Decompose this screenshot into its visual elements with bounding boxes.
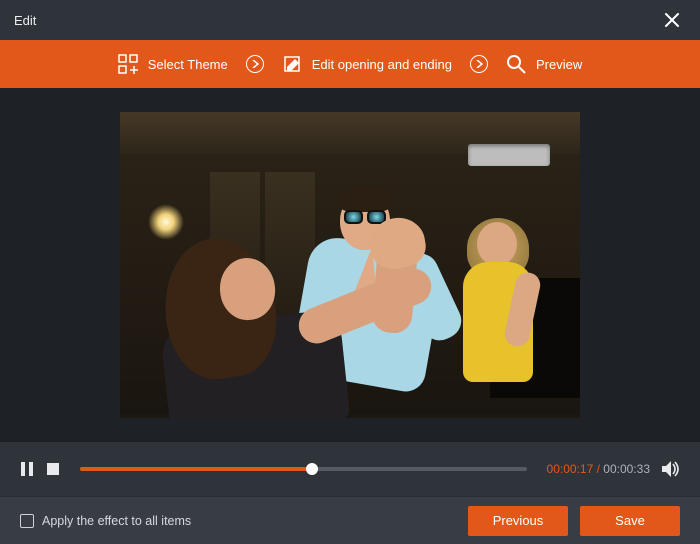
preview-label: Preview (536, 57, 582, 72)
volume-button[interactable] (662, 462, 680, 476)
video-preview[interactable] (120, 112, 580, 418)
save-button[interactable]: Save (580, 506, 680, 536)
footer-buttons: Previous Save (468, 506, 680, 536)
volume-icon (662, 461, 680, 477)
total-time: 00:00:33 (603, 462, 650, 476)
close-icon (665, 13, 679, 27)
edit-toolbar: Select Theme Edit opening and ending Pre… (0, 40, 700, 88)
select-theme-label: Select Theme (148, 57, 228, 72)
stop-button[interactable] (46, 462, 60, 476)
step-arrow-1 (246, 55, 264, 73)
stop-icon (47, 463, 59, 475)
magnifier-icon (506, 54, 526, 74)
preview-button[interactable]: Preview (506, 54, 582, 74)
window-title: Edit (14, 13, 36, 28)
chevron-right-icon (475, 60, 483, 68)
progress-bar[interactable] (80, 467, 527, 471)
apply-all-checkbox[interactable]: Apply the effect to all items (20, 514, 191, 528)
chevron-right-icon (251, 60, 259, 68)
video-area (0, 88, 700, 442)
edit-opening-ending-label: Edit opening and ending (312, 57, 452, 72)
checkbox-icon (20, 514, 34, 528)
player-controls: 00:00:17 / 00:00:33 (0, 442, 700, 496)
apply-all-label: Apply the effect to all items (42, 514, 191, 528)
close-button[interactable] (658, 6, 686, 34)
select-theme-button[interactable]: Select Theme (118, 54, 228, 74)
previous-button[interactable]: Previous (468, 506, 568, 536)
edit-opening-ending-button[interactable]: Edit opening and ending (282, 54, 452, 74)
theme-icon (118, 54, 138, 74)
time-display: 00:00:17 / 00:00:33 (547, 462, 650, 476)
step-arrow-2 (470, 55, 488, 73)
current-time: 00:00:17 (547, 462, 594, 476)
title-bar: Edit (0, 0, 700, 40)
pause-button[interactable] (20, 462, 34, 476)
pause-icon (21, 462, 33, 476)
edit-icon (282, 54, 302, 74)
footer-bar: Apply the effect to all items Previous S… (0, 496, 700, 544)
